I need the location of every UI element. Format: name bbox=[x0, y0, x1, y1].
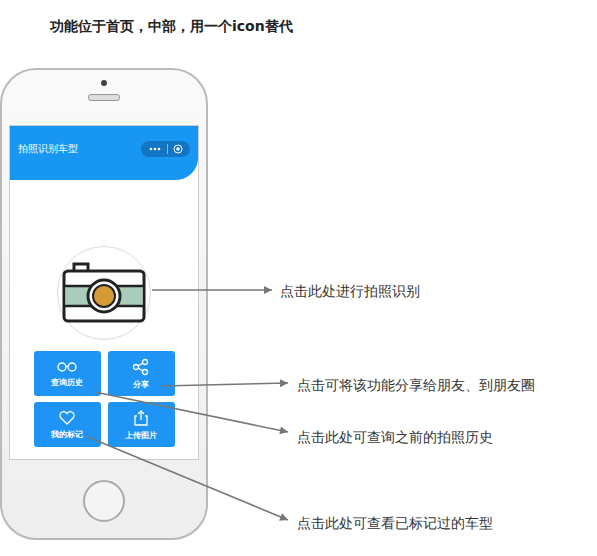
function-button[interactable]: 上传图片 bbox=[108, 402, 175, 447]
function-button[interactable]: 查询历史 bbox=[34, 351, 101, 396]
arrow bbox=[152, 286, 272, 294]
function-label: 上传图片 bbox=[125, 430, 157, 441]
share-icon bbox=[132, 358, 150, 376]
arrow-layer bbox=[0, 0, 597, 556]
camera-icon[interactable] bbox=[62, 262, 146, 324]
header-title: 拍照识别车型 bbox=[18, 142, 78, 156]
camera-dot bbox=[101, 80, 107, 86]
upload-icon bbox=[133, 409, 149, 427]
arrow bbox=[95, 392, 288, 434]
home-button[interactable] bbox=[83, 480, 125, 522]
heading: 功能位于首页，中部，用一个icon替代 bbox=[50, 18, 293, 36]
speaker bbox=[88, 94, 120, 101]
annotation: 点击可将该功能分享给朋友、到朋友圈 bbox=[297, 376, 535, 394]
annotation: 点击此处进行拍照识别 bbox=[280, 282, 420, 300]
app-header: 拍照识别车型 bbox=[10, 126, 198, 180]
heart-icon bbox=[58, 410, 76, 426]
function-label: 我的标记 bbox=[51, 429, 83, 440]
phone-mockup: 拍照识别车型查询历史 分享我的标记 上传图片 bbox=[0, 68, 208, 540]
more-icon[interactable] bbox=[148, 146, 162, 152]
function-button[interactable]: 分享 bbox=[108, 351, 175, 396]
arrow bbox=[88, 437, 288, 521]
annotation: 点击此处可查看已标记过的车型 bbox=[297, 514, 493, 532]
annotation: 点击此处可查询之前的拍照历史 bbox=[297, 428, 493, 446]
glasses-icon bbox=[57, 360, 77, 374]
capsule-menu[interactable] bbox=[141, 141, 190, 157]
function-label: 查询历史 bbox=[51, 377, 83, 388]
diagram: 功能位于首页，中部，用一个icon替代拍照识别车型查询历史分享我的标记上传图片点… bbox=[0, 0, 597, 556]
function-button[interactable]: 我的标记 bbox=[34, 402, 101, 447]
function-grid: 查询历史 分享我的标记 上传图片 bbox=[34, 351, 175, 447]
arrow bbox=[162, 379, 288, 387]
phone-screen: 拍照识别车型查询历史 分享我的标记 上传图片 bbox=[9, 125, 199, 460]
close-icon[interactable] bbox=[173, 144, 183, 154]
function-label: 分享 bbox=[133, 379, 149, 390]
camera-button[interactable] bbox=[57, 246, 151, 340]
